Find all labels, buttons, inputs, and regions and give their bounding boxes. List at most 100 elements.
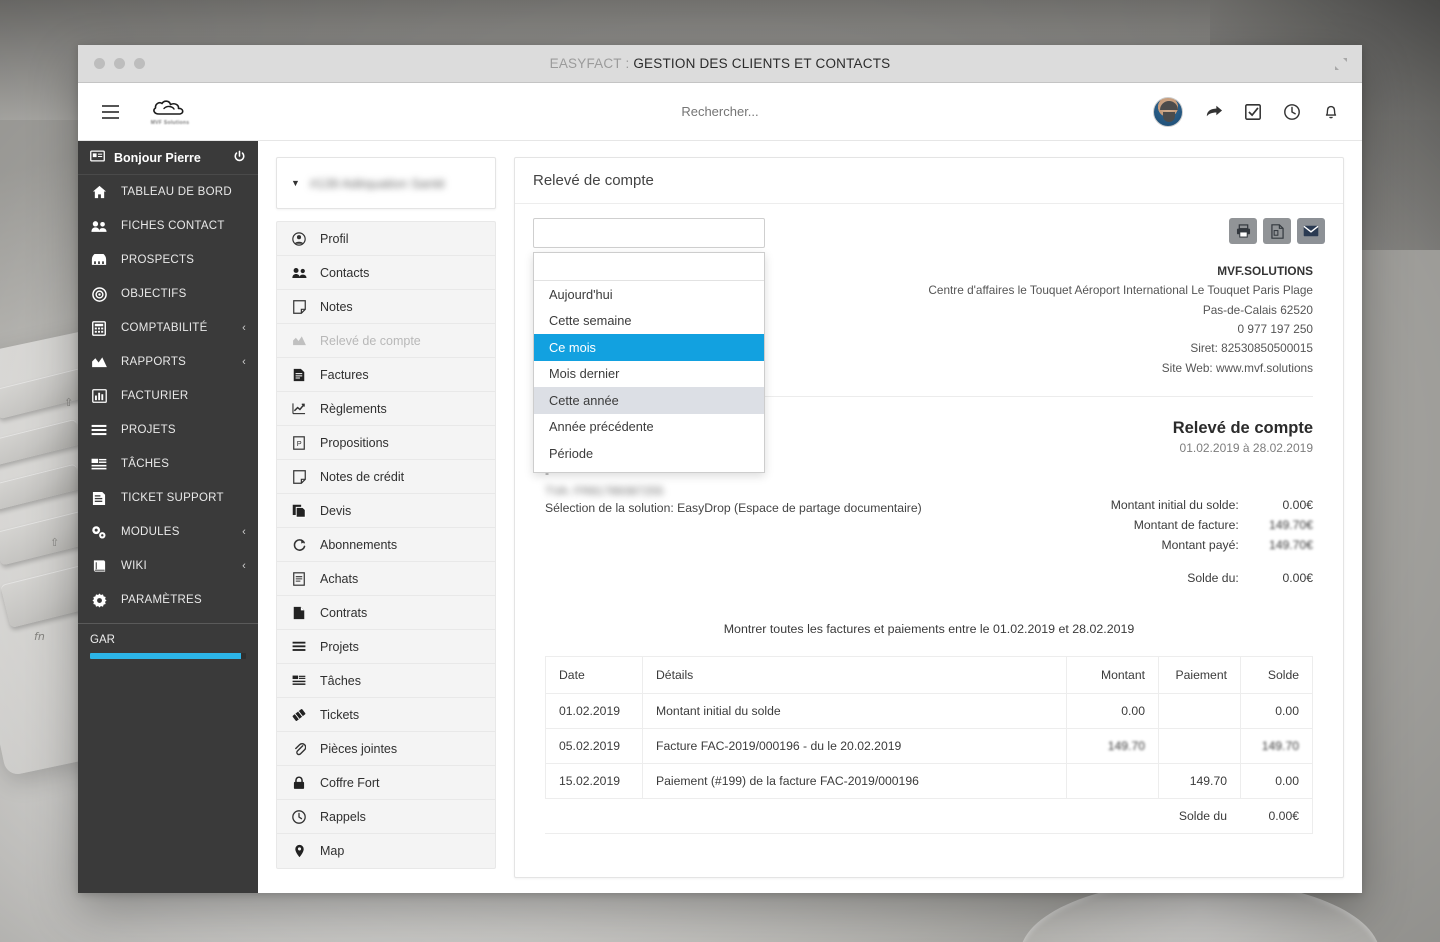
cell-paiement	[1158, 693, 1241, 730]
dropdown-option-annee-precedente[interactable]: Année précédente	[534, 414, 764, 441]
sidebar-item-comptabilite[interactable]: COMPTABILITÉ ‹	[78, 311, 258, 345]
main-content: Relevé de compte MVF.SOLUTIONS Centre d'…	[508, 141, 1362, 893]
dropdown-option-mois-dernier[interactable]: Mois dernier	[534, 361, 764, 388]
table-header-row: Date Détails Montant Paiement Solde	[545, 656, 1313, 695]
window-title-main: GESTION DES CLIENTS ET CONTACTS	[633, 56, 891, 71]
avatar[interactable]	[1153, 96, 1183, 127]
search-input[interactable]	[570, 104, 870, 119]
option-label: Ce mois	[549, 339, 596, 355]
user-circle-icon	[291, 231, 307, 246]
dropdown-option-cette-annee[interactable]: Cette année	[534, 387, 764, 414]
clock-icon[interactable]	[1283, 103, 1301, 121]
cell-solde: 0.00	[1240, 693, 1313, 730]
column-header-solde: Solde	[1240, 656, 1313, 695]
maximize-icon[interactable]	[1334, 57, 1348, 71]
sidebar-item-label: PROSPECTS	[121, 254, 195, 266]
summary-row: Montant payé: 149.70€	[1023, 535, 1314, 555]
print-button[interactable]	[1229, 218, 1257, 244]
tab-taches[interactable]: Tâches	[277, 664, 495, 698]
client-header[interactable]: ▼ #139 Adéquation Santé	[276, 157, 496, 209]
tab-abonnements[interactable]: Abonnements	[277, 528, 495, 562]
sidebar-item-projets[interactable]: PROJETS	[78, 413, 258, 447]
sidebar-item-prospects[interactable]: PROSPECTS	[78, 243, 258, 277]
power-icon[interactable]	[233, 150, 246, 166]
tab-contacts[interactable]: Contacts	[277, 256, 495, 290]
bell-icon[interactable]	[1322, 102, 1340, 121]
tab-contrats[interactable]: Contrats	[277, 596, 495, 630]
option-label: Cette année	[549, 392, 619, 408]
statement-panel: Relevé de compte MVF.SOLUTIONS Centre d'…	[514, 157, 1344, 878]
hamburger-icon[interactable]	[92, 104, 128, 119]
file-p-icon: P	[291, 435, 307, 450]
summary-row: Montant de facture: 149.70€	[1023, 515, 1313, 535]
summary-value: 0.00€	[1282, 498, 1314, 513]
summary-value: 149.70€	[1268, 538, 1313, 553]
panel-title: Relevé de compte	[515, 158, 1343, 204]
tab-achats[interactable]: Achats	[277, 562, 495, 596]
tab-factures[interactable]: Factures	[277, 358, 495, 392]
check-square-icon[interactable]	[1244, 103, 1262, 121]
tab-tickets[interactable]: Tickets	[277, 698, 495, 732]
sidebar-item-parametres[interactable]: PARAMÈTRES	[78, 583, 258, 617]
sidebar-item-label: TICKET SUPPORT	[121, 492, 224, 504]
email-button[interactable]	[1297, 218, 1325, 244]
tab-devis[interactable]: Devis	[277, 494, 495, 528]
period-select[interactable]	[533, 218, 765, 248]
tab-label: Abonnements	[320, 537, 398, 552]
caret-down-icon[interactable]: ▼	[291, 178, 300, 188]
column-header-paiement: Paiement	[1158, 656, 1241, 695]
tab-rappels[interactable]: Rappels	[277, 800, 495, 834]
tab-label: Tickets	[320, 707, 360, 722]
share-icon[interactable]	[1204, 102, 1223, 121]
column-header-details: Détails	[642, 656, 1067, 695]
solution-line: Sélection de la solution: EasyDrop (Espa…	[545, 501, 922, 516]
cell-montant: 0.00	[1066, 693, 1159, 730]
dropdown-input-area[interactable]	[534, 253, 764, 281]
note-icon	[291, 299, 307, 314]
sidebar-item-taches[interactable]: TÂCHES	[78, 447, 258, 481]
cloud-logo-icon	[153, 100, 184, 115]
dropdown-option-periode[interactable]: Période	[534, 440, 764, 467]
gar-progress-bar	[90, 653, 246, 659]
option-label: Période	[549, 445, 594, 461]
tab-notes[interactable]: Notes	[277, 290, 495, 324]
sidebar-item-modules[interactable]: MODULES ‹	[78, 515, 258, 549]
panel-body: MVF.SOLUTIONS Centre d'affaires le Touqu…	[515, 204, 1343, 877]
period-dropdown-menu[interactable]: Aujourd'hui Cette semaine Ce mois Mois d…	[533, 252, 765, 473]
area-chart-icon	[90, 356, 108, 368]
tab-reglements[interactable]: Règlements	[277, 392, 495, 426]
app-header: MVF Solutions	[78, 83, 1362, 141]
brand-name: MVF Solutions	[150, 120, 190, 126]
sidebar-item-ticket-support[interactable]: TICKET SUPPORT	[78, 481, 258, 515]
sidebar-item-facturier[interactable]: FACTURIER	[78, 379, 258, 413]
tab-projets[interactable]: Projets	[277, 630, 495, 664]
tab-releve-de-compte[interactable]: Relevé de compte	[277, 324, 495, 358]
summary-label: Montant payé:	[1161, 538, 1239, 553]
tab-pieces-jointes[interactable]: Pièces jointes	[277, 732, 495, 766]
dropdown-option-cette-semaine[interactable]: Cette semaine	[534, 308, 764, 335]
tab-profil[interactable]: Profil	[277, 222, 495, 256]
book-icon	[90, 559, 108, 573]
tab-coffre-fort[interactable]: Coffre Fort	[277, 766, 495, 800]
summary-total-value: 0.00€	[1282, 571, 1314, 586]
dropdown-option-aujourdhui[interactable]: Aujourd'hui	[534, 281, 764, 308]
paperclip-icon	[291, 742, 307, 756]
sidebar-item-rapports[interactable]: RAPPORTS ‹	[78, 345, 258, 379]
statement-action-buttons	[1229, 218, 1325, 244]
dropdown-option-ce-mois[interactable]: Ce mois	[534, 334, 764, 361]
brand-logo[interactable]: MVF Solutions	[142, 97, 198, 126]
summary-table: Montant initial du solde: 0.00€ Montant …	[1023, 495, 1313, 588]
tab-notes-de-credit[interactable]: Notes de crédit	[277, 460, 495, 494]
tab-propositions[interactable]: P Propositions	[277, 426, 495, 460]
tab-map[interactable]: Map	[277, 834, 495, 868]
sidebar-item-wiki[interactable]: WIKI ‹	[78, 549, 258, 583]
id-card-icon	[90, 150, 105, 165]
dropdown-bottom-pad	[534, 467, 764, 472]
tickets-icon	[291, 708, 307, 722]
option-label: Aujourd'hui	[549, 286, 613, 302]
pdf-button[interactable]	[1263, 218, 1291, 244]
sidebar-item-fiches-contact[interactable]: FICHES CONTACT	[78, 209, 258, 243]
sidebar-item-tableau-de-bord[interactable]: TABLEAU DE BORD	[78, 175, 258, 209]
file-icon	[291, 606, 307, 620]
sidebar-item-objectifs[interactable]: OBJECTIFS	[78, 277, 258, 311]
